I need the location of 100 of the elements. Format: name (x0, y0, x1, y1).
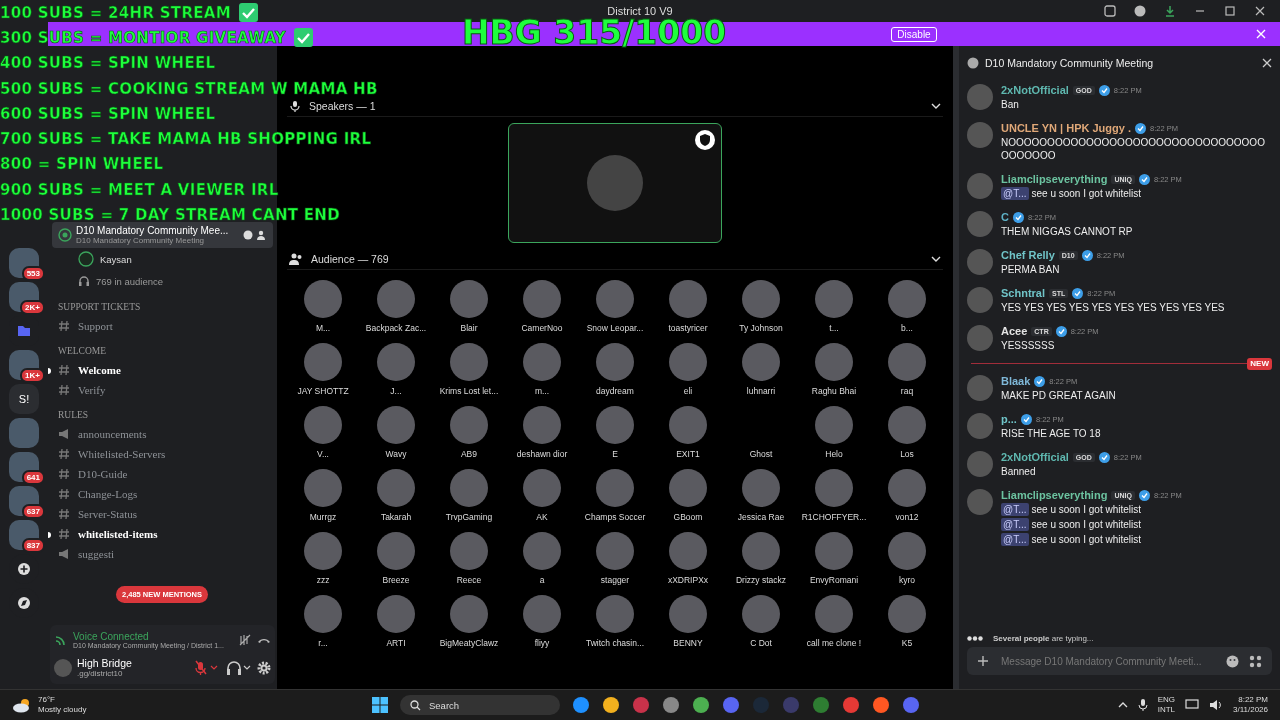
mention-link[interactable]: @T... (1001, 187, 1029, 200)
close-icon[interactable] (1262, 58, 1272, 68)
photo-placeholder[interactable] (669, 406, 707, 444)
category-header[interactable]: SUPPORT TICKETS (48, 302, 277, 316)
photo-placeholder[interactable] (523, 532, 561, 570)
close-icon[interactable] (1254, 5, 1266, 17)
member-name[interactable]: Krims Lost let... (439, 386, 499, 396)
photo-placeholder[interactable] (377, 406, 415, 444)
photo-placeholder[interactable] (742, 343, 780, 381)
language-indicator[interactable]: ENG INTL (1157, 695, 1175, 715)
photo-placeholder[interactable] (888, 343, 926, 381)
photo-placeholder[interactable] (450, 406, 488, 444)
member-name[interactable]: EXIT1 (676, 449, 700, 459)
member-name[interactable]: R1CHOFFYER... (801, 512, 867, 522)
photo-placeholder[interactable] (304, 595, 342, 633)
channel-item[interactable]: suggesti (48, 544, 277, 564)
mention-link[interactable]: @T... (1001, 503, 1029, 516)
author-name[interactable]: C (1001, 211, 1009, 223)
add-user-icon[interactable] (257, 230, 267, 240)
member-name[interactable]: J... (390, 386, 402, 396)
photo-placeholder[interactable] (815, 532, 853, 570)
channel-item[interactable]: Server-Status (48, 504, 277, 524)
photo-placeholder[interactable] (669, 469, 707, 507)
photo-placeholder[interactable] (523, 595, 561, 633)
member-name[interactable]: GBoom (673, 512, 703, 522)
member-name[interactable]: m... (534, 386, 550, 396)
disable-button[interactable]: Disable (891, 26, 937, 42)
channel-item[interactable]: Support (48, 316, 277, 336)
photo-placeholder[interactable] (596, 595, 634, 633)
photo-placeholder[interactable] (523, 280, 561, 318)
member-name[interactable]: BigMeatyClawz (439, 638, 499, 648)
photo-placeholder[interactable] (967, 122, 993, 148)
member-name[interactable]: Murrgz (309, 512, 337, 522)
member-name[interactable]: a (539, 575, 545, 585)
member-name[interactable]: deshawn dior (516, 449, 568, 459)
photo-placeholder[interactable] (596, 280, 634, 318)
member-name[interactable]: Reece (456, 575, 482, 585)
settings-icon[interactable] (257, 660, 271, 675)
plus-icon[interactable] (977, 655, 989, 667)
download-icon[interactable] (1164, 5, 1176, 17)
member-name[interactable]: Backpack Zac... (365, 323, 427, 333)
member-name[interactable]: M... (315, 323, 331, 333)
volume-icon[interactable] (1209, 699, 1223, 711)
noise-suppression-icon[interactable] (238, 633, 252, 647)
member-name[interactable]: Breeze (382, 575, 410, 585)
photo-placeholder[interactable] (967, 489, 993, 515)
app-icon[interactable] (602, 696, 620, 714)
photo-placeholder[interactable] (669, 280, 707, 318)
member-name[interactable]: Wavy (385, 449, 407, 459)
photo-placeholder[interactable] (742, 469, 780, 507)
server-button[interactable]: S! (9, 384, 39, 414)
channel-item[interactable]: Verify (48, 380, 277, 400)
author-name[interactable]: Schntral (1001, 287, 1045, 299)
photo-placeholder[interactable] (304, 469, 342, 507)
photo-placeholder[interactable] (377, 469, 415, 507)
member-name[interactable]: Helo (825, 449, 843, 459)
author-name[interactable]: Chef Relly (1001, 249, 1055, 261)
member-name[interactable]: C Dot (750, 638, 772, 648)
message-input[interactable]: Message D10 Mandatory Community Meeti... (999, 654, 1216, 668)
microphone-icon[interactable] (1137, 699, 1148, 711)
cloud-sun-icon[interactable] (12, 697, 32, 713)
channel-item[interactable]: whitelisted-items (48, 524, 277, 544)
photo-placeholder[interactable] (523, 343, 561, 381)
message-field[interactable]: Message D10 Mandatory Community Meeti... (967, 647, 1272, 675)
photo-placeholder[interactable] (742, 280, 780, 318)
member-name[interactable]: Los (900, 449, 914, 459)
chevron-up-icon[interactable] (1117, 700, 1128, 710)
member-name[interactable]: EnvyRomani (809, 575, 859, 585)
member-name[interactable]: Twitch chasin... (585, 638, 645, 648)
photo-placeholder[interactable] (377, 532, 415, 570)
photo-placeholder[interactable] (742, 532, 780, 570)
photo-placeholder[interactable] (304, 280, 342, 318)
emoji-icon[interactable] (1226, 654, 1239, 668)
user-avatar[interactable] (54, 658, 72, 677)
photo-placeholder[interactable] (377, 343, 415, 381)
author-name[interactable]: 2xNotOfficial (1001, 451, 1069, 463)
photo-placeholder[interactable] (304, 343, 342, 381)
member-name[interactable]: Raghu Bhai (811, 386, 857, 396)
photo-placeholder[interactable] (377, 595, 415, 633)
author-name[interactable]: Acee (1001, 325, 1028, 337)
chevron-down-icon[interactable] (931, 254, 941, 264)
photo-placeholder[interactable] (967, 211, 993, 237)
photo-placeholder[interactable] (450, 280, 488, 318)
member-name[interactable]: BENNY (673, 638, 703, 648)
photo-placeholder[interactable] (815, 595, 853, 633)
author-name[interactable]: Liamclipseverything (1001, 489, 1108, 501)
photo-placeholder[interactable] (450, 343, 488, 381)
inbox-icon[interactable] (1104, 5, 1116, 17)
category-header[interactable]: RULES (48, 410, 277, 424)
app-icon[interactable] (902, 696, 920, 714)
photo-placeholder[interactable] (967, 287, 993, 313)
author-name[interactable]: 2xNotOfficial (1001, 84, 1069, 96)
photo-placeholder[interactable] (888, 532, 926, 570)
photo-placeholder[interactable] (815, 280, 853, 318)
photo-placeholder[interactable] (304, 406, 342, 444)
photo-placeholder[interactable] (450, 595, 488, 633)
member-name[interactable]: luhnarri (746, 386, 776, 396)
photo-placeholder[interactable] (450, 532, 488, 570)
mention-link[interactable]: @T... (1001, 533, 1029, 546)
photo-placeholder[interactable] (888, 280, 926, 318)
